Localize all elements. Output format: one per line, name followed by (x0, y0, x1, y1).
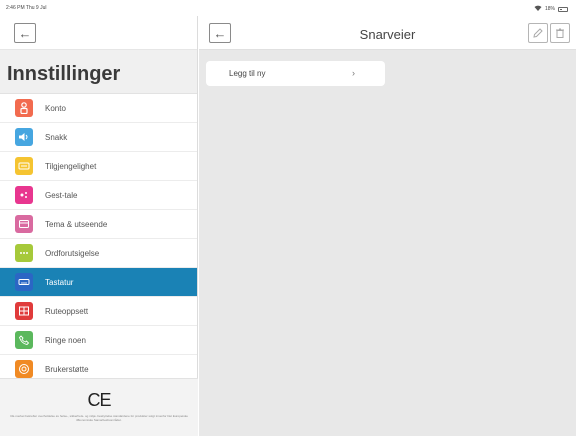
sidebar-item-label: Ordforutsigelse (45, 248, 100, 258)
trash-icon (551, 27, 569, 39)
back-button[interactable]: ← (14, 23, 36, 43)
settings-menu: Konto Snakk Tilgjengelighet Gest-tale Te… (0, 94, 197, 384)
arrow-left-icon: ← (18, 25, 32, 41)
sidebar-item-label: Konto (45, 103, 66, 113)
shortcuts-toolbar: ← Snarveier (199, 16, 576, 50)
sidebar-item-tema[interactable]: Tema & utseende (0, 210, 197, 239)
pencil-icon (529, 27, 547, 39)
phone-icon (15, 331, 33, 349)
sidebar-item-label: Tema & utseende (45, 219, 108, 229)
theme-icon (15, 215, 33, 233)
person-icon (15, 99, 33, 117)
sidebar-footer: CE CE-merket bekrefter overholdelse av h… (0, 378, 198, 436)
sidebar-item-label: Brukerstøtte (45, 364, 89, 374)
sidebar-title: Innstillinger (0, 50, 197, 94)
battery-percent: 18% (544, 6, 555, 12)
sidebar-item-ringe-noen[interactable]: Ringe noen (0, 326, 197, 355)
status-bar: 2:46 PM Thu 9 Jul 18% (0, 0, 576, 16)
delete-button[interactable] (550, 23, 570, 43)
status-right: 18% (534, 5, 568, 13)
sidebar-item-tilgjengelighet[interactable]: Tilgjengelighet (0, 152, 197, 181)
sidebar-item-label: Ruteoppsett (45, 306, 89, 316)
grid-icon (15, 302, 33, 320)
add-shortcut-row[interactable]: Legg til ny › (206, 61, 385, 86)
prediction-icon (15, 244, 33, 262)
shortcuts-panel: ← Snarveier Legg til ny › (199, 16, 576, 436)
accessibility-icon (15, 157, 33, 175)
sidebar-item-label: Ringe noen (45, 335, 86, 345)
wifi-icon (534, 5, 542, 13)
edit-button[interactable] (528, 23, 548, 43)
sidebar-item-gest-tale[interactable]: Gest-tale (0, 181, 197, 210)
ce-fine-print: CE-merket bekrefter overholdelse av hels… (10, 414, 188, 422)
status-time: 2:46 PM Thu 9 Jul (6, 5, 47, 11)
sidebar-item-label: Tastatur (45, 277, 74, 287)
sidebar-item-snakk[interactable]: Snakk (0, 123, 197, 152)
support-icon (15, 360, 33, 378)
sidebar-item-label: Tilgjengelighet (45, 161, 97, 171)
sidebar-item-tastatur[interactable]: Tastatur (0, 268, 197, 297)
sidebar-item-label: Snakk (45, 132, 68, 142)
settings-sidebar: ← Innstillinger Konto Snakk Tilgjengelig… (0, 16, 198, 436)
sidebar-toolbar: ← (0, 16, 197, 50)
page-title: Snarveier (359, 27, 416, 42)
add-shortcut-label: Legg til ny (229, 69, 266, 78)
keyboard-icon (15, 273, 33, 291)
sidebar-item-ordforutsigelse[interactable]: Ordforutsigelse (0, 239, 197, 268)
chevron-right-icon: › (352, 68, 355, 78)
sidebar-item-ruteoppsett[interactable]: Ruteoppsett (0, 297, 197, 326)
battery-icon (558, 6, 568, 12)
gesture-icon (15, 186, 33, 204)
speaker-icon (15, 128, 33, 146)
sidebar-item-konto[interactable]: Konto (0, 94, 197, 123)
ce-mark: CE (87, 390, 111, 410)
sidebar-item-label: Gest-tale (45, 190, 78, 200)
